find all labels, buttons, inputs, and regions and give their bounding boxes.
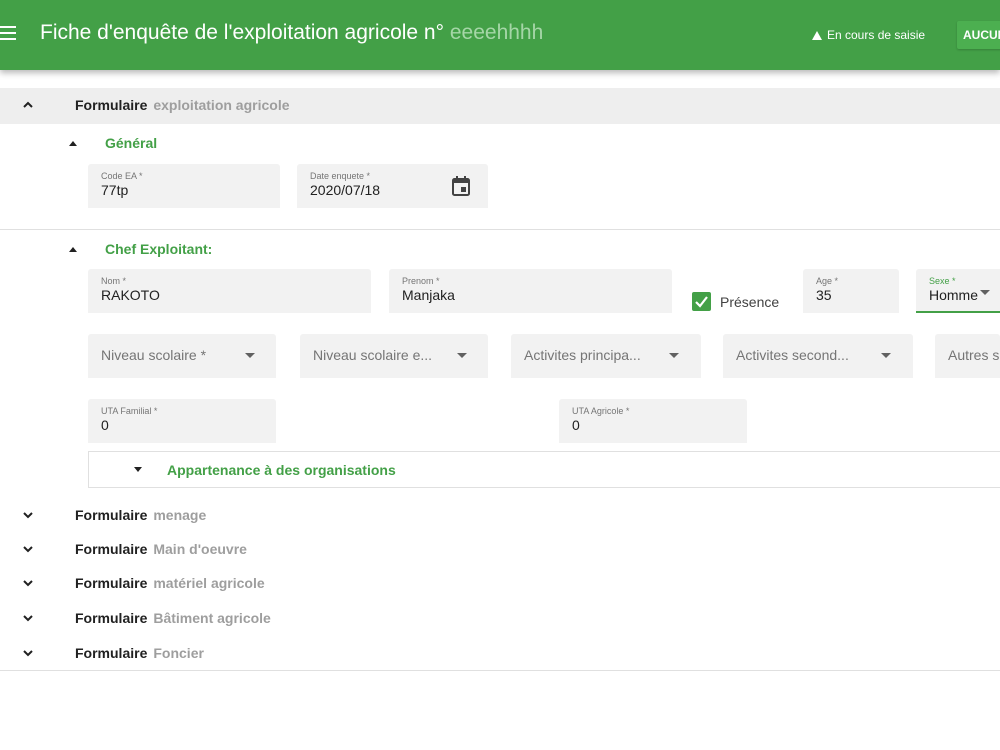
section-foncier-label: Formulaire Foncier [75, 645, 204, 661]
section-exploitation-header[interactable]: Formulaire exploitation agricole [0, 88, 1000, 124]
sexe-select[interactable]: Sexe * Homme [916, 269, 1000, 313]
section-menage-header[interactable]: Formulaire menage [0, 497, 1000, 533]
expand-organisations-icon[interactable] [134, 467, 142, 472]
subsection-chef-title: Chef Exploitant: [105, 241, 213, 257]
status-text: En cours de saisie [827, 28, 926, 42]
uta-agricole-field[interactable]: UTA Agricole * 0 [559, 399, 747, 443]
autres-select[interactable]: Autres s [935, 334, 1000, 378]
niveau-scolaire-select[interactable]: Niveau scolaire * [88, 334, 276, 378]
exploitation-number: eeeehhhh [449, 21, 544, 44]
dropdown-arrow-icon [245, 353, 255, 358]
section-materiel-header[interactable]: Formulaire matériel agricole [0, 565, 1000, 601]
check-icon [695, 296, 708, 308]
chevron-up-icon[interactable] [22, 99, 34, 111]
activites-principales-select[interactable]: Activites principa... [511, 334, 701, 378]
section-batiment-label: Formulaire Bâtiment agricole [75, 610, 271, 626]
chevron-down-icon[interactable] [22, 612, 34, 624]
section-exploitation-label: Formulaire exploitation agricole [75, 97, 290, 113]
organisations-panel[interactable]: Appartenance à des organisations [88, 451, 1000, 488]
collapse-chef-icon[interactable] [69, 247, 77, 252]
nom-field[interactable]: Nom * RAKOTO [88, 269, 371, 313]
collapse-general-icon[interactable] [69, 141, 77, 146]
app-bar: Fiche d'enquête de l'exploitation agrico… [0, 0, 1000, 70]
divider [0, 229, 1000, 230]
prenom-field[interactable]: Prenom * Manjaka [389, 269, 672, 313]
chevron-down-icon[interactable] [22, 577, 34, 589]
section-main-oeuvre-header[interactable]: Formulaire Main d'oeuvre [0, 531, 1000, 567]
uta-familial-field[interactable]: UTA Familial * 0 [88, 399, 276, 443]
section-foncier-header[interactable]: Formulaire Foncier [0, 635, 1000, 671]
calendar-icon[interactable] [452, 176, 470, 196]
date-enquete-field[interactable]: Date enquete * 2020/07/18 [297, 164, 488, 208]
title-text: Fiche d'enquête de l'exploitation agrico… [40, 21, 445, 44]
dropdown-arrow-icon [669, 353, 679, 358]
age-field[interactable]: Age * 35 [803, 269, 899, 313]
section-batiment-header[interactable]: Formulaire Bâtiment agricole [0, 600, 1000, 636]
dropdown-arrow-icon [980, 290, 990, 295]
code-ea-field[interactable]: Code EA * 77tp [88, 164, 280, 208]
dropdown-arrow-icon [457, 353, 467, 358]
chevron-down-icon[interactable] [22, 647, 34, 659]
section-menage-label: Formulaire menage [75, 507, 207, 523]
warning-icon [812, 31, 822, 40]
chevron-down-icon[interactable] [22, 543, 34, 555]
activites-secondaires-select[interactable]: Activites second... [723, 334, 913, 378]
subsection-general-title: Général [105, 135, 158, 151]
section-materiel-label: Formulaire matériel agricole [75, 575, 265, 591]
page: Fiche d'enquête de l'exploitation agrico… [0, 0, 1000, 750]
divider [0, 670, 1000, 671]
presence-label: Présence [720, 294, 780, 310]
page-title: Fiche d'enquête de l'exploitation agrico… [40, 21, 543, 45]
niveau-scolaire-epouse-select[interactable]: Niveau scolaire e... [300, 334, 488, 378]
dropdown-arrow-icon [881, 353, 891, 358]
status-indicator: En cours de saisie [812, 28, 925, 42]
organisations-label: Appartenance à des organisations [167, 462, 396, 478]
menu-icon[interactable] [0, 24, 18, 44]
section-main-oeuvre-label: Formulaire Main d'oeuvre [75, 541, 247, 557]
chevron-down-icon[interactable] [22, 509, 34, 521]
aucun-button[interactable]: AUCUN [957, 21, 1000, 49]
presence-checkbox[interactable] [692, 292, 711, 311]
